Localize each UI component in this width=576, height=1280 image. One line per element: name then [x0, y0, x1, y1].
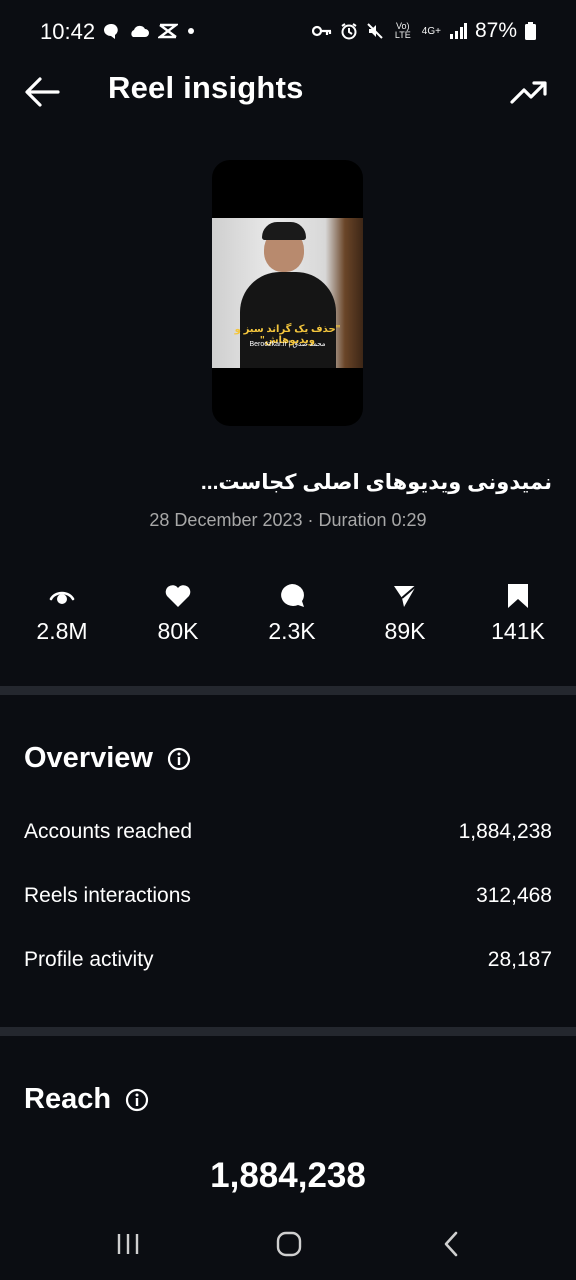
stat-value: 2.3K	[268, 618, 316, 644]
reel-subcaption-overlay: Beroozkar.ir | محمد صدق	[249, 341, 326, 348]
section-divider	[0, 1027, 576, 1036]
metric-value: 312,468	[476, 884, 552, 907]
stat-likes: 80K	[128, 578, 228, 645]
recent-apps-button[interactable]	[108, 1226, 148, 1262]
section-divider	[0, 686, 576, 695]
stat-saves: 141K	[468, 578, 568, 645]
heart-icon	[165, 585, 191, 607]
battery-percent: 87%	[474, 19, 517, 42]
4g-icon: 4G+	[421, 25, 441, 37]
status-bar: 10:42 Vo) LTE 4G+ 87%	[0, 0, 576, 64]
metric-row-accounts-reached[interactable]: Accounts reached 1,884,238	[24, 812, 552, 852]
stat-comments: 2.3K	[242, 578, 342, 645]
reel-person-cap	[262, 222, 306, 240]
eye-icon	[49, 591, 75, 604]
stat-shares: 89K	[355, 578, 455, 645]
arrow-left-icon	[25, 77, 60, 107]
send-icon	[394, 585, 417, 607]
system-nav-bar	[0, 1210, 576, 1280]
back-icon	[444, 1231, 458, 1257]
status-time: 10:42	[40, 19, 96, 44]
home-icon	[276, 1231, 302, 1257]
stat-value: 141K	[491, 618, 545, 644]
chat-bubble-icon	[104, 23, 118, 39]
cloud-icon	[131, 25, 149, 37]
nav-back-button[interactable]	[431, 1226, 471, 1262]
dot-icon	[188, 28, 194, 34]
reach-title-text: Reach	[24, 1083, 112, 1115]
status-left-icons	[102, 22, 196, 40]
metric-label: Reels interactions	[24, 884, 191, 907]
reel-meta: 28 December 2023 · Duration 0:29	[149, 510, 427, 530]
info-icon[interactable]	[167, 747, 191, 771]
metric-row-reels-interactions[interactable]: Reels interactions 312,468	[24, 876, 552, 916]
trending-up-icon	[510, 81, 547, 104]
info-icon[interactable]	[125, 1088, 149, 1112]
stat-value: 80K	[157, 618, 199, 644]
metric-label: Accounts reached	[24, 820, 193, 843]
volte-icon: Vo) LTE	[394, 21, 411, 40]
overview-title: Overview	[24, 742, 191, 775]
stat-views: 2.8M	[12, 578, 112, 645]
signal-icon	[449, 23, 467, 39]
battery-icon	[525, 22, 536, 40]
stat-value: 2.8M	[36, 618, 88, 644]
page-title: Reel insights	[108, 70, 304, 105]
trending-button[interactable]	[508, 74, 548, 110]
app-header: Reel insights	[0, 64, 576, 120]
home-button[interactable]	[269, 1226, 309, 1262]
status-right-icons: Vo) LTE 4G+ 87%	[311, 19, 536, 43]
bookmark-icon	[508, 584, 528, 608]
recent-apps-icon	[117, 1234, 139, 1254]
comment-icon	[281, 584, 304, 607]
metric-row-profile-activity[interactable]: Profile activity 28,187	[24, 940, 552, 980]
reach-total: 1,884,238	[210, 1156, 366, 1195]
back-button[interactable]	[22, 74, 62, 110]
metric-label: Profile activity	[24, 948, 154, 971]
metric-value: 1,884,238	[458, 820, 552, 843]
alarm-icon	[341, 23, 357, 40]
engagement-stats: 2.8M 80K 2.3K 89K 141K	[0, 578, 576, 648]
capcut-icon	[158, 23, 178, 39]
reel-insights-screen: 10:42 Vo) LTE 4G+ 87% Reel insights "حذف…	[0, 0, 576, 1280]
reach-title: Reach	[24, 1083, 149, 1116]
metric-value: 28,187	[487, 948, 552, 971]
overview-title-text: Overview	[24, 742, 153, 774]
reel-thumbnail[interactable]: "حذف یک گراند سبز و ویدیوهاش" Beroozkar.…	[212, 160, 363, 426]
reel-description: نمیدونی ویدیوهای اصلی کجاست...	[200, 471, 552, 494]
key-icon	[311, 25, 331, 37]
stat-value: 89K	[384, 618, 426, 644]
reel-person-body	[240, 272, 336, 368]
mute-icon	[367, 23, 383, 39]
